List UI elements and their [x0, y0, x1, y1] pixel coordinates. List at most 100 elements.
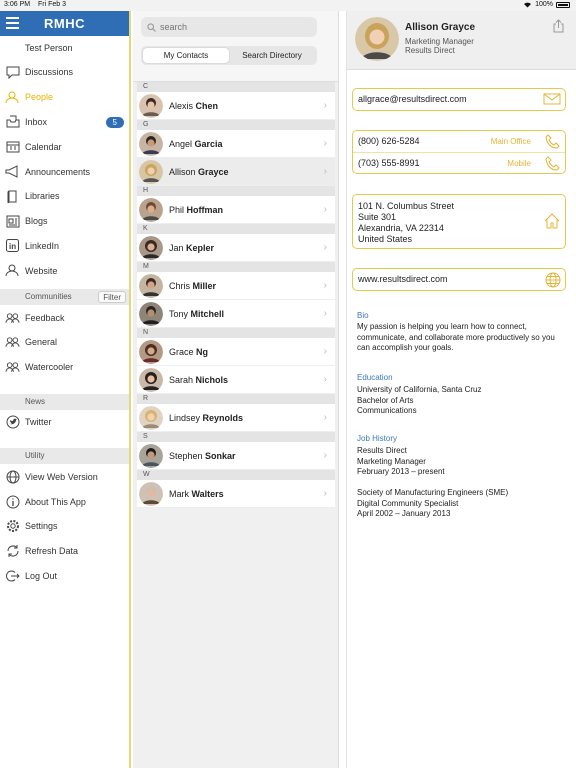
gear-icon	[5, 519, 20, 534]
contact-avatar	[139, 197, 163, 222]
mail-icon	[543, 93, 561, 105]
phone-line-mobile[interactable]: (703) 555-8991 Mobile	[353, 152, 565, 173]
utility-item-web-version[interactable]: View Web Version	[0, 464, 129, 489]
contact-row[interactable]: Phil Hoffman ›	[137, 196, 335, 224]
education-block: University of California, Santa Cruz Bac…	[357, 385, 567, 417]
contact-row[interactable]: Chris Miller ›	[137, 272, 335, 300]
home-icon	[544, 213, 560, 229]
contact-row-selected[interactable]: Allison Grayce ›	[137, 158, 335, 186]
contact-row[interactable]: Sarah Nichols ›	[137, 366, 335, 394]
community-label: Watercooler	[25, 362, 74, 373]
chevron-right-icon: ›	[323, 204, 327, 215]
utility-label: Refresh Data	[25, 546, 79, 557]
job-line: Marketing Manager	[357, 456, 426, 466]
utility-item-about[interactable]: About This App	[0, 489, 129, 514]
tab-my-contacts[interactable]: My Contacts	[143, 48, 229, 63]
contact-row[interactable]: Mark Walters ›	[137, 480, 335, 508]
wifi-icon	[524, 2, 532, 8]
sidebar-item-people[interactable]: People	[0, 85, 129, 110]
community-label: Feedback	[25, 312, 65, 323]
website-value: www.resultsdirect.com	[358, 274, 448, 284]
contact-row[interactable]: Stephen Sonkar ›	[137, 442, 335, 470]
sidebar-item-discussions[interactable]: Discussions	[0, 60, 129, 85]
contact-row[interactable]: Grace Ng ›	[137, 338, 335, 366]
education-line: University of California, Santa Cruz	[357, 385, 482, 394]
section-label: Communities	[25, 292, 72, 302]
utility-item-logout[interactable]: Log Out	[0, 564, 129, 589]
phone-tag: Main Office	[490, 137, 531, 146]
sidebar-item-label: Announcements	[25, 166, 91, 177]
contact-avatar	[139, 367, 163, 392]
job-spacer	[357, 478, 567, 489]
chevron-right-icon: ›	[323, 374, 327, 385]
phone-value: (800) 626-5284	[358, 136, 420, 146]
contact-row[interactable]: Tony Mitchell ›	[137, 300, 335, 328]
contact-avatar	[139, 481, 163, 506]
sidebar-item-libraries[interactable]: Libraries	[0, 184, 129, 209]
contact-name: Phil Hoffman	[169, 204, 224, 215]
sidebar-item-website[interactable]: Website	[0, 258, 129, 283]
section-letter: K	[137, 224, 335, 234]
inbox-count-badge: 5	[105, 116, 124, 128]
contact-detail-panel: Allison Grayce Marketing Manager Results…	[346, 11, 576, 768]
utility-item-settings[interactable]: Settings	[0, 514, 129, 539]
status-bar: 3:06 PM Fri Feb 3 100%	[0, 0, 576, 11]
utility-label: About This App	[25, 496, 86, 507]
address-line: United States	[358, 234, 413, 244]
chevron-right-icon: ›	[323, 280, 327, 291]
community-item-general[interactable]: General	[0, 330, 129, 355]
website-line[interactable]: www.resultsdirect.com	[353, 269, 565, 290]
contact-avatar	[139, 405, 163, 430]
community-item-watercooler[interactable]: Watercooler	[0, 355, 129, 380]
inbox-icon	[5, 114, 20, 129]
job-history-heading: Job History	[357, 434, 398, 443]
contact-row[interactable]: Lindsey Reynolds ›	[137, 404, 335, 432]
utility-item-refresh[interactable]: Refresh Data	[0, 539, 129, 564]
email-card[interactable]: allgrace@resultsdirect.com	[352, 88, 566, 111]
status-time: 3:06 PM	[4, 1, 31, 8]
tab-search-directory[interactable]: Search Directory	[229, 48, 315, 63]
share-icon[interactable]	[553, 19, 564, 33]
sidebar-item-label: Blogs	[25, 216, 48, 227]
section-letter: N	[137, 328, 335, 338]
contact-name: Mark Walters	[169, 488, 224, 499]
contact-row[interactable]: Jan Kepler ›	[137, 234, 335, 262]
sidebar-item-announcements[interactable]: Announcements	[0, 159, 129, 184]
community-item-feedback[interactable]: Feedback	[0, 305, 129, 330]
chevron-right-icon: ›	[323, 450, 327, 461]
contact-row[interactable]: Angel Garcia ›	[137, 130, 335, 158]
contact-row[interactable]: Alexis Chen ›	[137, 92, 335, 120]
book-icon	[5, 189, 20, 204]
group-icon	[5, 335, 20, 350]
group-icon	[5, 310, 20, 325]
logout-icon	[5, 568, 20, 583]
twitter-icon	[5, 414, 20, 429]
chevron-right-icon: ›	[323, 346, 327, 357]
sidebar-item-inbox[interactable]: Inbox 5	[0, 110, 129, 135]
sidebar-item-linkedin[interactable]: in LinkedIn	[0, 234, 129, 259]
filter-button[interactable]: Filter	[98, 291, 126, 304]
current-user-name[interactable]: Test Person	[0, 36, 129, 60]
sidebar: RMHC Test Person Discussions People Inbo…	[0, 11, 131, 768]
search-input[interactable]	[160, 22, 300, 32]
refresh-icon	[5, 544, 20, 559]
blog-icon	[5, 214, 20, 229]
sidebar-item-blogs[interactable]: Blogs	[0, 209, 129, 234]
globe-icon	[5, 469, 20, 484]
address-card[interactable]: 101 N. Columbus Street Suite 301 Alexand…	[352, 194, 566, 249]
news-item-twitter[interactable]: Twitter	[0, 410, 129, 435]
phone-line-office[interactable]: (800) 626-5284 Main Office	[353, 131, 565, 152]
sidebar-item-calendar[interactable]: Calendar	[0, 134, 129, 159]
app-title: RMHC	[44, 16, 85, 31]
search-bar[interactable]	[141, 17, 317, 37]
contact-name: Sarah Nichols	[169, 374, 229, 385]
contact-avatar	[139, 235, 163, 260]
website-icon	[5, 263, 20, 278]
website-card[interactable]: www.resultsdirect.com	[352, 268, 566, 291]
contact-name: Stephen Sonkar	[169, 450, 236, 461]
email-line[interactable]: allgrace@resultsdirect.com	[353, 89, 565, 110]
bio-heading: Bio	[357, 311, 369, 320]
address-line: 101 N. Columbus Street	[358, 201, 455, 211]
contacts-toolbar: My Contacts Search Directory	[133, 11, 338, 82]
education-line: Communications	[357, 406, 417, 415]
